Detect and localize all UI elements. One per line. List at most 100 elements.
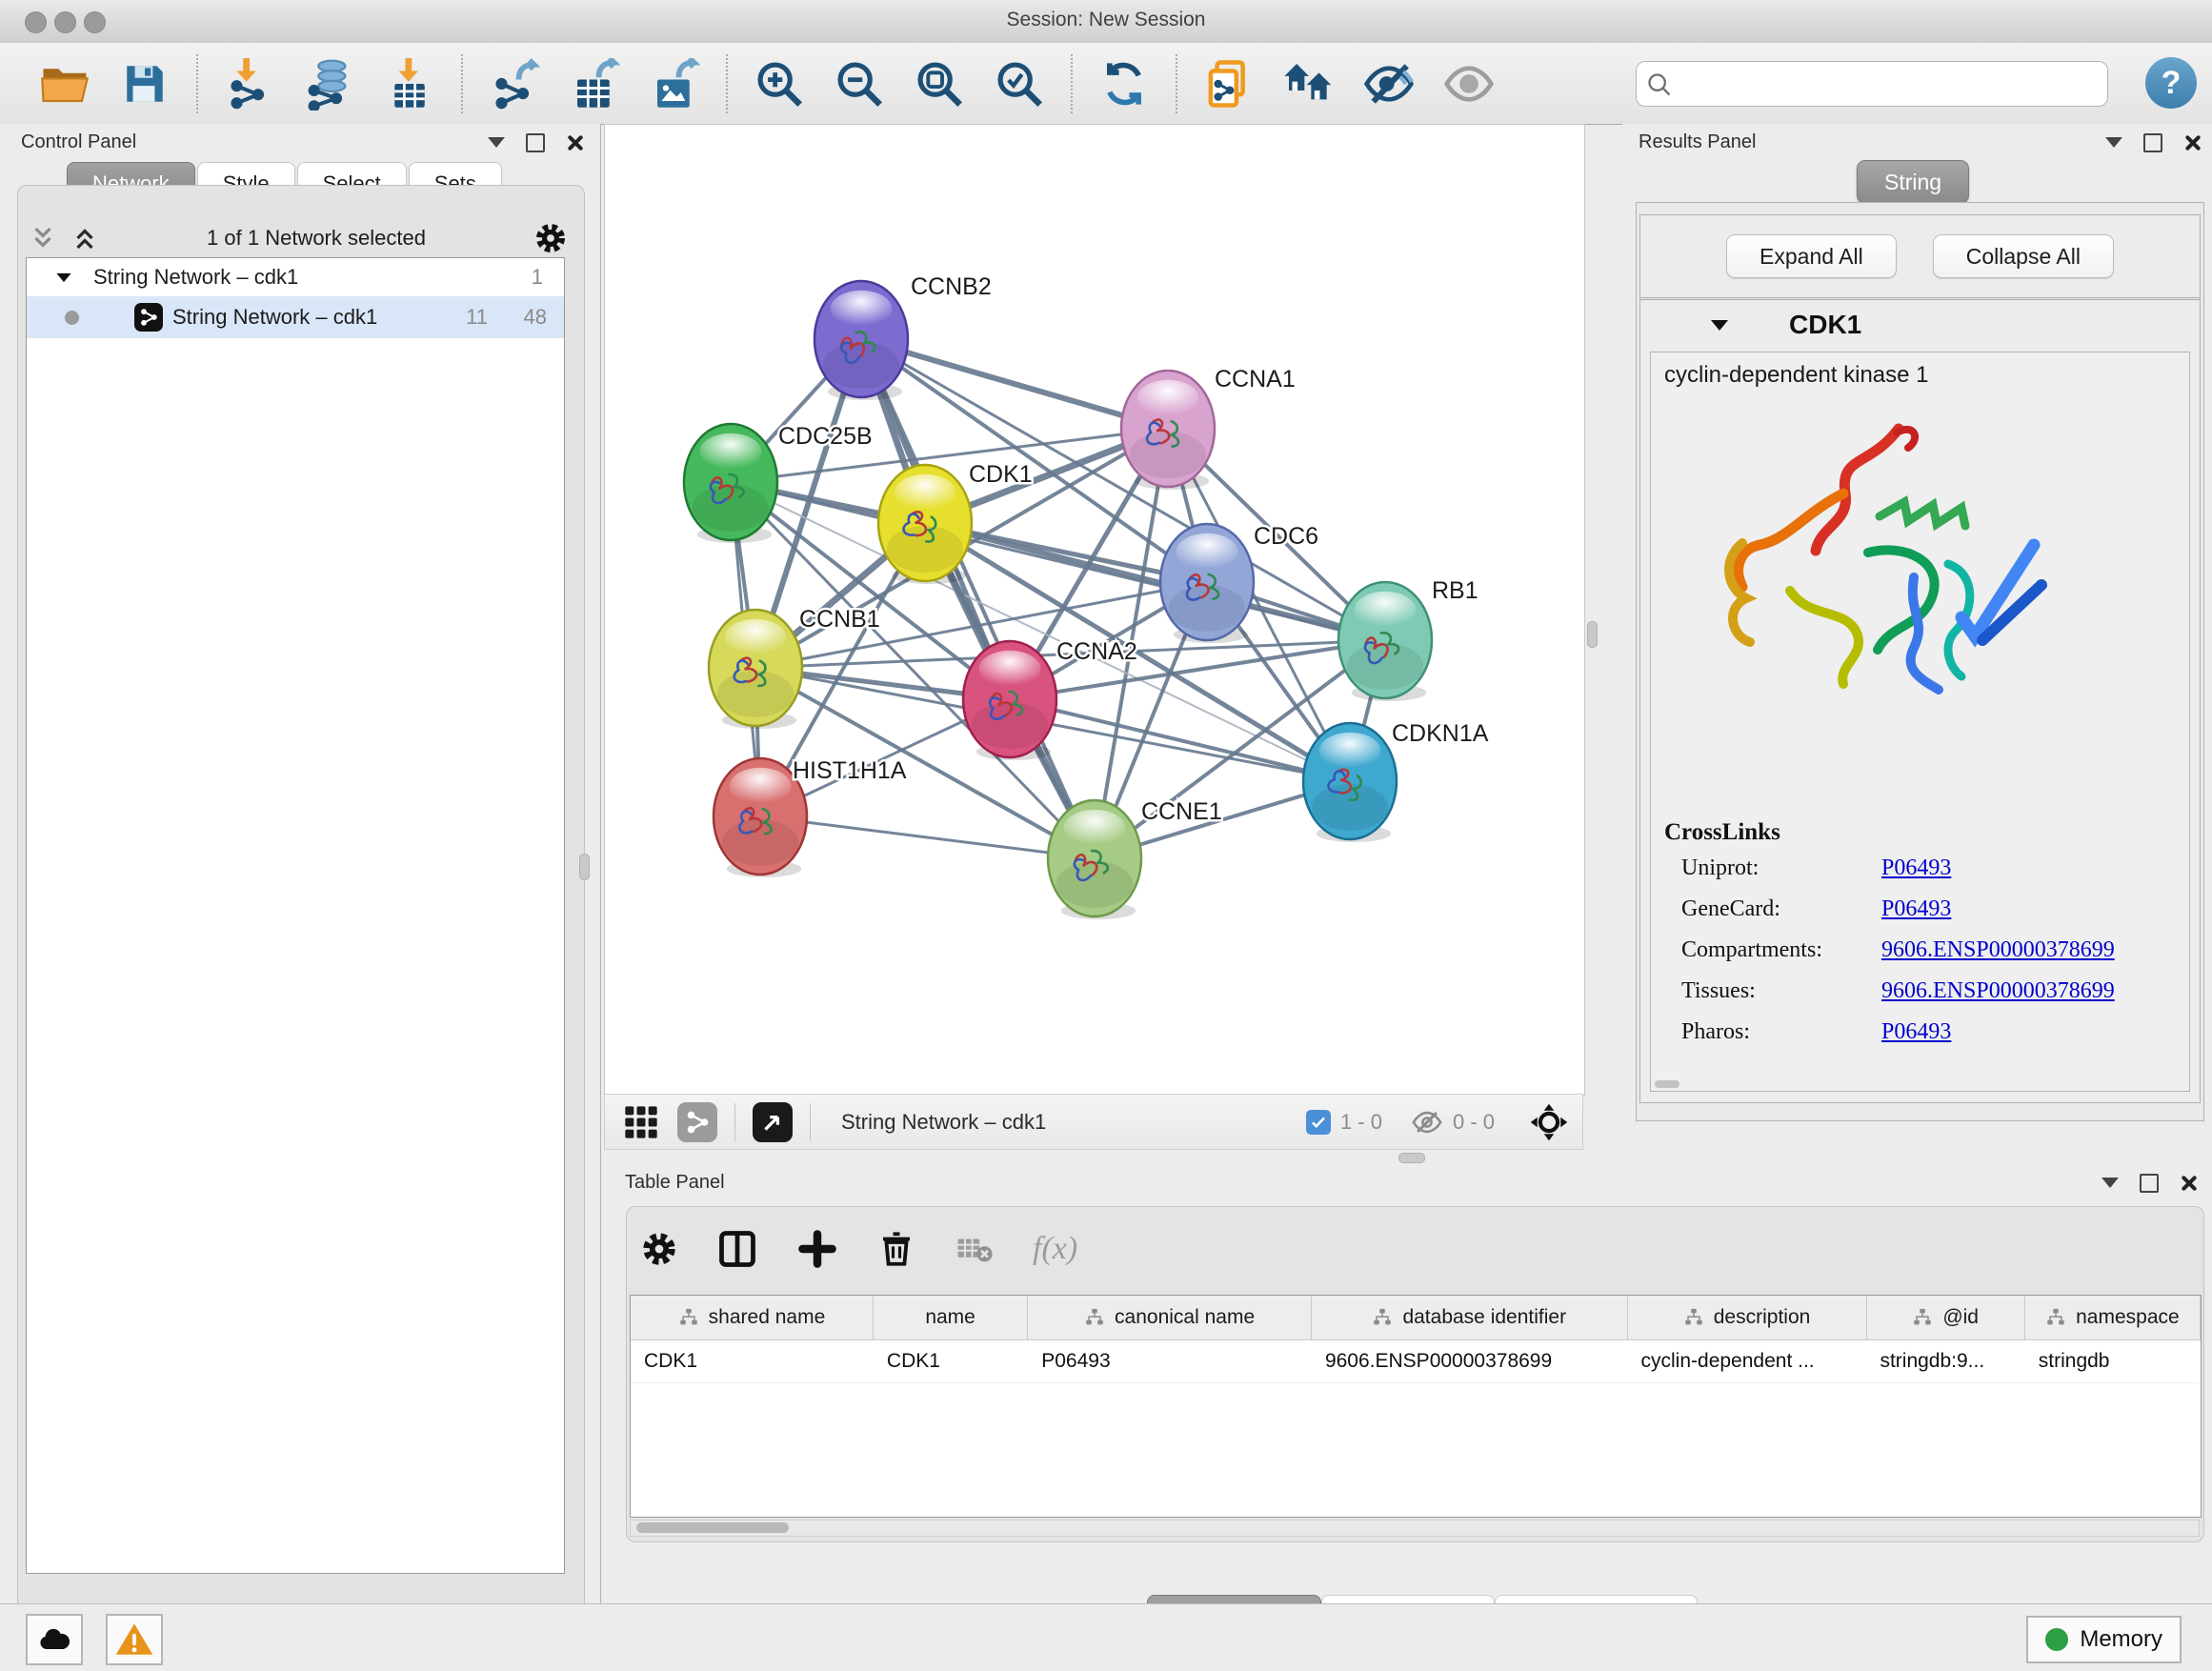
crosslink-value-link[interactable]: 9606.ENSP00000378699 <box>1881 978 2115 1004</box>
column-header-shared-name[interactable]: shared name <box>631 1296 874 1339</box>
status-bar: Memory <box>0 1603 2212 1671</box>
show-columns-icon[interactable] <box>716 1228 758 1270</box>
maximize-table-icon[interactable] <box>2140 1174 2159 1193</box>
table-cell: P06493 <box>1028 1340 1312 1382</box>
entry-scrollbar[interactable] <box>1655 1080 1679 1088</box>
entry-collapse-icon[interactable] <box>1711 320 1728 331</box>
table-options-gear-icon[interactable] <box>640 1230 678 1268</box>
collection-count: 1 <box>532 265 543 290</box>
toolbar-search-input[interactable] <box>1636 61 2108 107</box>
cdk1-entry: CDK1 cyclin-dependent kinase 1 <box>1639 299 2201 1103</box>
network-graph[interactable]: CCNB2CCNA1CDC25BCDK1CDC6RB1CCNB1CCNA2CDK… <box>605 125 1584 1095</box>
network-node-CDC25B[interactable] <box>684 424 777 543</box>
network-canvas[interactable]: CCNB2CCNA1CDC25BCDK1CDC6RB1CCNB1CCNA2CDK… <box>604 124 1585 1096</box>
eye-disabled-button <box>1442 57 1496 111</box>
entry-description: cyclin-dependent kinase 1 <box>1664 362 1929 389</box>
help-button[interactable]: ? <box>2145 57 2197 109</box>
cloud-status-button[interactable] <box>26 1614 83 1665</box>
import-network-button[interactable] <box>223 57 276 111</box>
detach-view-button[interactable] <box>753 1102 793 1142</box>
warnings-button[interactable] <box>106 1614 163 1665</box>
import-database-button[interactable] <box>303 57 356 111</box>
export-network-button[interactable] <box>488 57 541 111</box>
column-header--id[interactable]: @id <box>1867 1296 2025 1339</box>
crosslink-value-link[interactable]: P06493 <box>1881 1019 1951 1045</box>
import-table-button[interactable] <box>383 57 436 111</box>
create-column-plus-icon[interactable] <box>796 1228 838 1270</box>
network-node-count: 11 <box>466 305 488 330</box>
help-glyph: ? <box>2162 65 2182 102</box>
network-node-CDKN1A[interactable] <box>1303 723 1397 842</box>
maximize-results-icon[interactable] <box>2143 133 2162 152</box>
node-label-CCNA2: CCNA2 <box>1056 638 1137 665</box>
zoom-selected-button[interactable] <box>993 57 1046 111</box>
shared-column-icon <box>1084 1307 1105 1328</box>
table-horizontal-scrollbar[interactable] <box>630 1520 2200 1537</box>
column-header-name[interactable]: name <box>874 1296 1028 1339</box>
column-header-canonical-name[interactable]: canonical name <box>1028 1296 1312 1339</box>
network-node-CDC6[interactable] <box>1160 524 1254 643</box>
hidden-count-badge: 0 - 0 <box>1453 1110 1495 1135</box>
table-row[interactable]: CDK1CDK1P064939606.ENSP00000378699cyclin… <box>631 1340 2201 1383</box>
selected-count-checkbox-icon[interactable] <box>1306 1110 1331 1135</box>
network-node-CCNB2[interactable] <box>814 281 908 400</box>
network-node-CCNA2[interactable] <box>963 641 1056 760</box>
network-node-CCNB1[interactable] <box>709 610 802 729</box>
network-name: String Network – cdk1 <box>172 305 377 330</box>
shared-column-icon <box>1372 1307 1393 1328</box>
export-image-button[interactable] <box>648 57 701 111</box>
left-splitter-handle[interactable] <box>579 854 590 880</box>
export-table-button[interactable] <box>568 57 621 111</box>
crosslink-value-link[interactable]: P06493 <box>1881 856 1951 881</box>
column-header-database-identifier[interactable]: database identifier <box>1312 1296 1628 1339</box>
import-network-icon <box>224 58 275 110</box>
save-session-button[interactable] <box>118 57 171 111</box>
network-node-CCNE1[interactable] <box>1048 800 1141 919</box>
network-node-RB1[interactable] <box>1338 582 1432 701</box>
delete-column-trash-icon[interactable] <box>876 1229 916 1269</box>
float-results-icon[interactable] <box>2105 137 2122 148</box>
node-table[interactable]: shared namenamecanonical namedatabase id… <box>630 1295 2202 1518</box>
node-label-CCNB2: CCNB2 <box>911 273 992 300</box>
collapse-all-button[interactable]: Collapse All <box>1933 234 2114 278</box>
network-tree: String Network – cdk1 1 String Network –… <box>26 257 565 1574</box>
network-options-gear-icon[interactable] <box>533 221 568 255</box>
refresh-icon <box>1099 59 1149 109</box>
string-results-tab[interactable]: String <box>1857 160 1969 204</box>
grid-mode-button[interactable] <box>622 1103 660 1141</box>
network-node-CDK1[interactable] <box>878 465 972 584</box>
right-splitter-handle[interactable] <box>1587 621 1598 648</box>
expand-all-button[interactable]: Expand All <box>1726 234 1897 278</box>
maximize-panel-icon[interactable] <box>526 133 545 152</box>
collection-expander-icon[interactable] <box>56 272 70 281</box>
duplicate-network-button[interactable] <box>1202 57 1256 111</box>
control-panel-title: Control Panel <box>21 131 136 153</box>
network-row[interactable]: String Network – cdk1 11 48 <box>27 296 564 338</box>
open-session-button[interactable] <box>38 57 91 111</box>
close-results-icon[interactable] <box>2183 134 2201 151</box>
column-header-description[interactable]: description <box>1628 1296 1867 1339</box>
entry-gene-name: CDK1 <box>1789 310 1861 340</box>
collapse-all-chevron-icon[interactable] <box>70 224 99 252</box>
zoom-fit-button[interactable] <box>913 57 966 111</box>
refresh-button[interactable] <box>1097 57 1151 111</box>
expand-all-chevron-icon[interactable] <box>29 224 57 252</box>
import-table-icon <box>384 58 435 110</box>
network-collection-row[interactable]: String Network – cdk1 1 <box>27 258 564 296</box>
home-button[interactable] <box>1282 57 1336 111</box>
show-hide-graphics-button[interactable] <box>1362 57 1416 111</box>
close-table-icon[interactable] <box>2180 1175 2197 1192</box>
network-view-share-button[interactable] <box>677 1102 717 1142</box>
float-table-icon[interactable] <box>2101 1178 2119 1188</box>
crosslink-value-link[interactable]: P06493 <box>1881 896 1951 922</box>
network-node-CCNA1[interactable] <box>1121 371 1215 490</box>
birdseye-navigator-icon[interactable] <box>1529 1102 1569 1142</box>
close-panel-icon[interactable] <box>566 134 583 151</box>
column-header-namespace[interactable]: namespace <box>2025 1296 2201 1339</box>
crosslink-value-link[interactable]: 9606.ENSP00000378699 <box>1881 937 2115 963</box>
float-panel-icon[interactable] <box>488 137 505 148</box>
grid-icon <box>622 1103 660 1141</box>
zoom-out-button[interactable] <box>833 57 886 111</box>
zoom-in-button[interactable] <box>753 57 806 111</box>
memory-button[interactable]: Memory <box>2026 1616 2182 1663</box>
